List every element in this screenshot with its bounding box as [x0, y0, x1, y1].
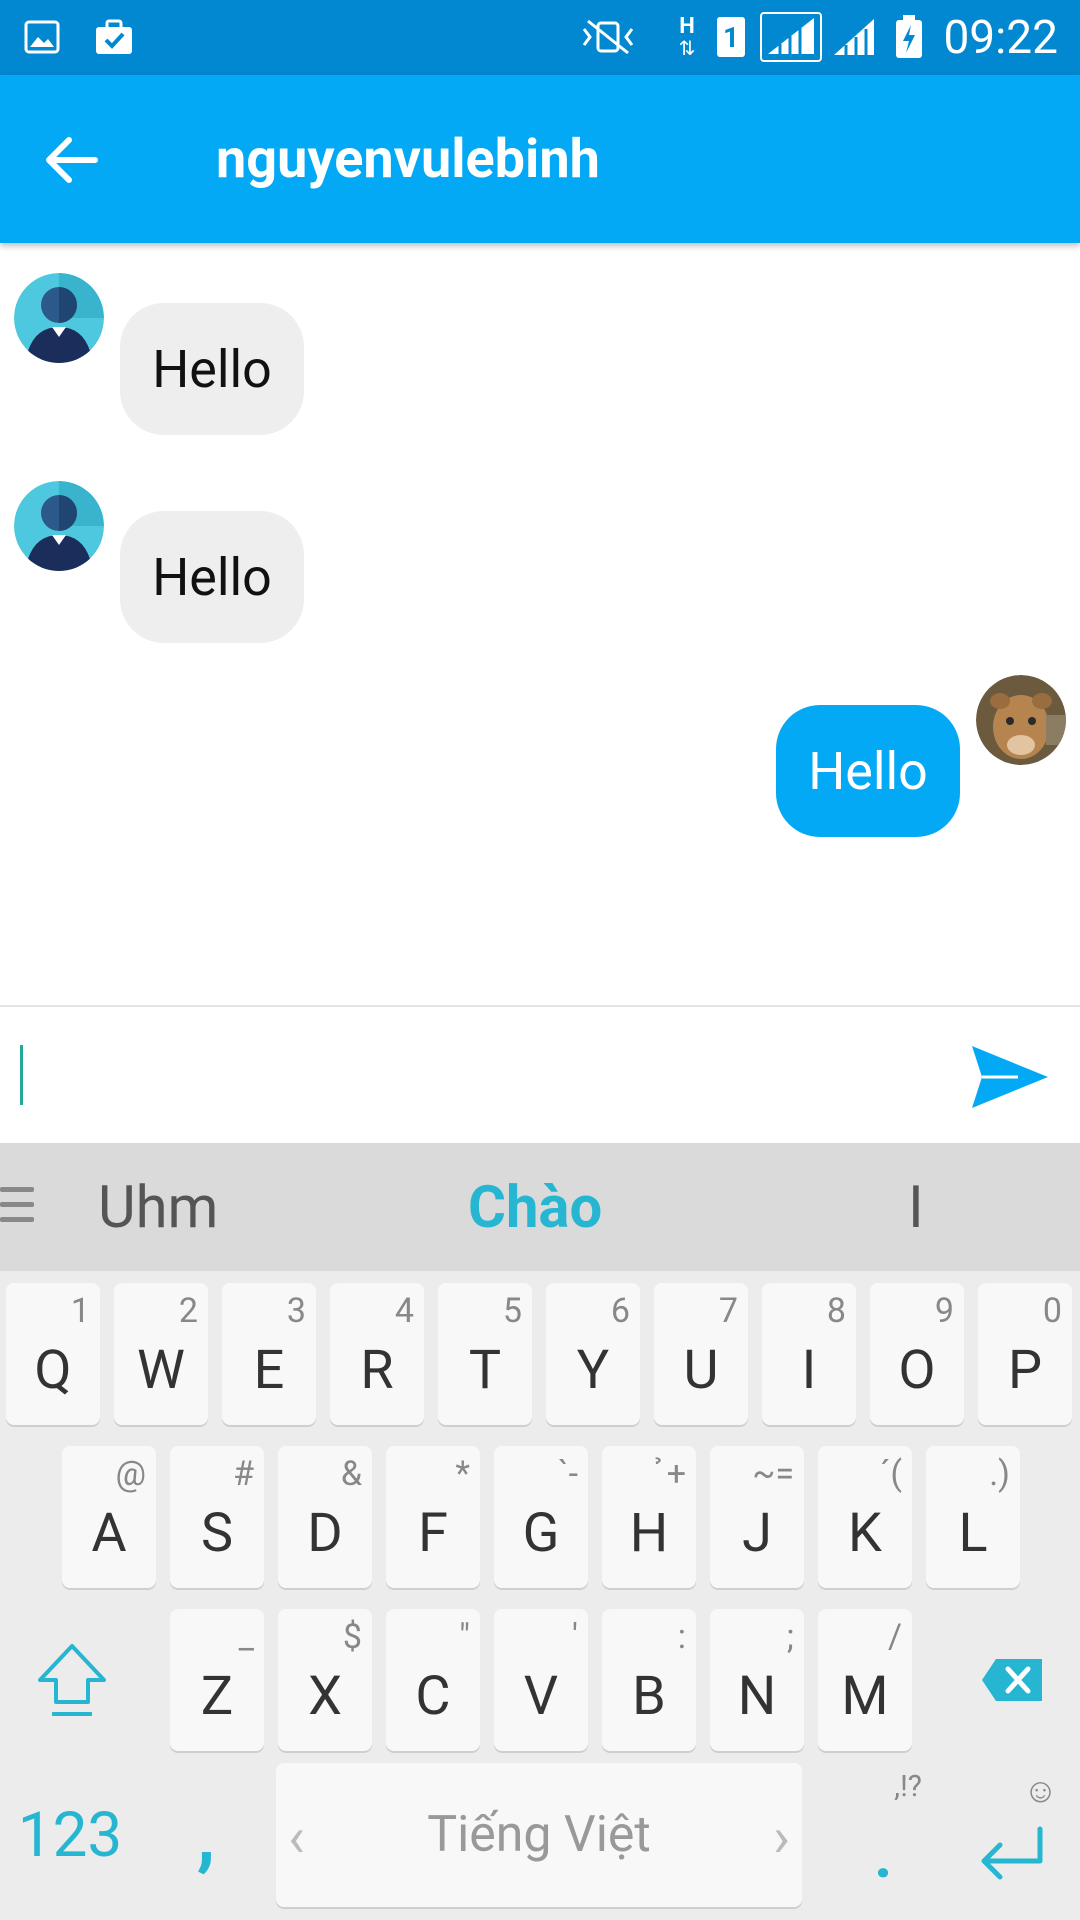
key-n[interactable]: ; N — [710, 1609, 804, 1751]
period-key[interactable]: ,!? . — [844, 1763, 928, 1907]
keyboard: Uhm Chào I 1Q 2W 3E 4R 5T 6Y 7U 8I 9O 0P… — [0, 1143, 1080, 1920]
arrow-back-icon — [46, 137, 98, 183]
key-k[interactable]: ´(K — [818, 1446, 912, 1588]
key-t[interactable]: 5T — [438, 1283, 532, 1425]
contact-avatar[interactable] — [14, 273, 104, 363]
key-g[interactable]: `- G — [494, 1446, 588, 1588]
enter-icon — [981, 1826, 1043, 1880]
suggestion-bar: Uhm Chào I — [0, 1143, 1080, 1271]
suggestion-left[interactable]: Uhm — [98, 1175, 218, 1241]
send-button[interactable] — [968, 1037, 1052, 1117]
key-b[interactable]: :B — [602, 1609, 696, 1751]
suggestion-right[interactable]: I — [908, 1175, 924, 1241]
key-u[interactable]: 7U — [654, 1283, 748, 1425]
key-s[interactable]: # S — [170, 1446, 264, 1588]
backspace-icon — [982, 1659, 1042, 1701]
numbers-key[interactable]: 123 — [8, 1763, 132, 1907]
status-time: 09:22 — [943, 11, 1058, 65]
key-i[interactable]: 8I — [762, 1283, 856, 1425]
key-a[interactable]: @ A — [62, 1446, 156, 1588]
vibrate-mute-icon — [578, 14, 638, 60]
key-d[interactable]: & D — [278, 1446, 372, 1588]
message-composer — [0, 1007, 1080, 1143]
key-f[interactable]: * F — [386, 1446, 480, 1588]
backspace-key[interactable] — [960, 1609, 1064, 1751]
key-r[interactable]: 4R — [330, 1283, 424, 1425]
briefcase-check-icon — [92, 14, 136, 60]
key-c[interactable]: " C — [386, 1609, 480, 1751]
enter-key[interactable]: ☺ — [964, 1763, 1064, 1907]
comma-key[interactable]: , — [164, 1763, 248, 1907]
send-icon — [972, 1046, 1048, 1108]
key-p[interactable]: 0P — [978, 1283, 1072, 1425]
space-key[interactable]: ‹ Tiếng Việt › — [276, 1763, 802, 1907]
message-input[interactable] — [14, 1027, 934, 1123]
key-y[interactable]: 6Y — [546, 1283, 640, 1425]
key-l[interactable]: .) L — [926, 1446, 1020, 1588]
key-v[interactable]: ' V — [494, 1609, 588, 1751]
key-e[interactable]: 3E — [222, 1283, 316, 1425]
key-z[interactable]: _ Z — [170, 1609, 264, 1751]
key-o[interactable]: 9O — [870, 1283, 964, 1425]
shift-icon — [38, 1644, 106, 1716]
status-bar: H ⇅ 1 09:22 — [0, 0, 1080, 75]
user-avatar[interactable] — [976, 675, 1066, 765]
app-bar: nguyenvulebinh — [0, 75, 1080, 243]
chat-title: nguyenvulebinh — [216, 128, 600, 191]
message-bubble-outgoing[interactable]: Hello — [776, 705, 960, 837]
menu-icon[interactable] — [0, 1187, 34, 1227]
message-text: Hello — [152, 338, 272, 400]
network-type-icon: H ⇅ — [678, 14, 696, 60]
battery-charging-icon — [894, 14, 924, 60]
shift-key[interactable] — [20, 1609, 124, 1751]
back-button[interactable] — [36, 125, 106, 195]
emoji-icon: ☺ — [1023, 1771, 1058, 1811]
key-q[interactable]: 1Q — [6, 1283, 100, 1425]
chevron-right-icon: › — [773, 1804, 790, 1870]
suggestion-center[interactable]: Chào — [468, 1175, 602, 1241]
gallery-icon — [22, 14, 62, 60]
key-w[interactable]: 2W — [114, 1283, 208, 1425]
text-cursor — [20, 1045, 23, 1105]
message-text: Hello — [152, 546, 272, 608]
sim-slot-icon: 1 — [716, 14, 746, 60]
message-bubble-incoming[interactable]: Hello — [120, 303, 304, 435]
signal-strength-icon-1 — [760, 12, 822, 62]
message-bubble-incoming[interactable]: Hello — [120, 511, 304, 643]
key-x[interactable]: $ X — [278, 1609, 372, 1751]
key-m[interactable]: / M — [818, 1609, 912, 1751]
message-list[interactable]: Hello Hello Hello — [0, 243, 1080, 1005]
signal-strength-icon-2 — [832, 14, 876, 60]
key-h[interactable]: ̉+ H — [602, 1446, 696, 1588]
key-j[interactable]: ~= J — [710, 1446, 804, 1588]
message-text: Hello — [808, 740, 928, 802]
contact-avatar[interactable] — [14, 481, 104, 571]
